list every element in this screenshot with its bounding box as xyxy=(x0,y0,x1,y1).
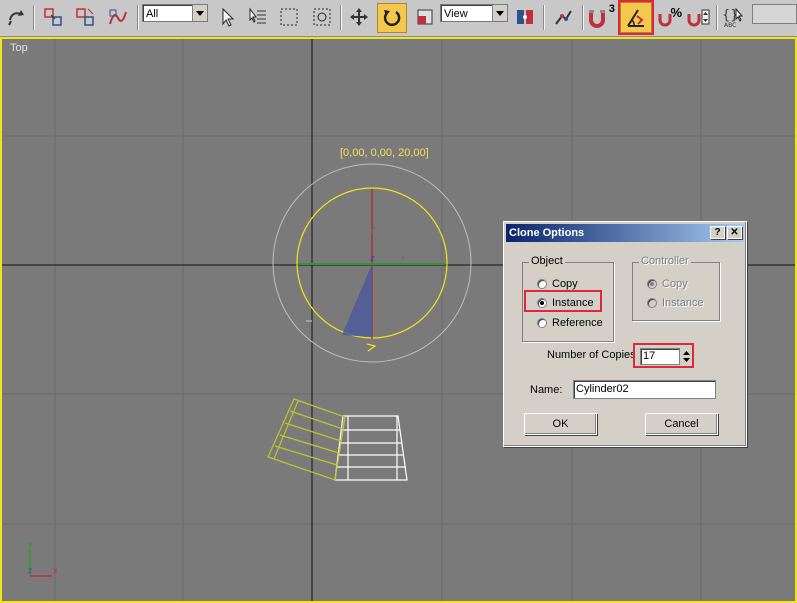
cancel-button[interactable]: Cancel xyxy=(645,413,718,435)
reference-coordinate-dropdown[interactable]: View xyxy=(440,4,508,22)
dialog-title: Clone Options xyxy=(509,227,585,239)
name-label: Name: xyxy=(530,384,563,396)
ok-button[interactable]: OK xyxy=(524,413,597,435)
object-copy-label: Copy xyxy=(552,278,578,290)
edit-named-selections-icon[interactable]: {} ABC xyxy=(722,4,748,30)
reference-coordinate-value: View xyxy=(444,8,468,20)
window-crossing-icon[interactable] xyxy=(309,4,335,30)
select-and-scale-icon[interactable] xyxy=(412,4,438,30)
select-and-manipulate-icon[interactable] xyxy=(550,4,576,30)
object-group-label: Object xyxy=(529,255,565,267)
gizmo-z-label: z xyxy=(370,254,375,264)
controller-group-label: Controller xyxy=(639,255,691,267)
bind-to-space-warp-icon[interactable] xyxy=(104,4,130,30)
radio-dot xyxy=(537,318,547,328)
selection-filter-dropdown[interactable]: All xyxy=(142,4,208,22)
radio-dot xyxy=(647,298,657,308)
object-reference-radio[interactable]: Reference xyxy=(537,317,603,329)
rectangular-selection-icon[interactable] xyxy=(276,4,302,30)
object-reference-label: Reference xyxy=(552,317,603,329)
radio-dot xyxy=(647,279,657,289)
spinner-snap-icon[interactable] xyxy=(686,4,712,30)
gizmo-x-label: x xyxy=(400,254,406,264)
instance-highlight xyxy=(524,290,602,312)
named-selection-field[interactable] xyxy=(752,4,797,24)
view-axis-tripod xyxy=(29,549,52,577)
toolbar-separator xyxy=(582,5,583,30)
select-and-move-icon[interactable] xyxy=(346,4,372,30)
dialog-title-bar[interactable]: Clone Options ? ✕ xyxy=(506,224,744,242)
tripod-x-label: x xyxy=(53,566,58,575)
select-object-icon[interactable] xyxy=(214,4,240,30)
snap-dimension-badge: 3 xyxy=(608,3,615,15)
gizmo-y-label: y xyxy=(370,225,376,235)
toolbar-separator xyxy=(33,5,34,30)
close-button[interactable]: ✕ xyxy=(727,226,742,239)
select-and-link-icon[interactable] xyxy=(40,4,66,30)
tripod-y-label: y xyxy=(28,540,33,549)
select-by-name-icon[interactable] xyxy=(244,4,270,30)
copies-label: Number of Copies xyxy=(547,349,636,361)
controller-instance-radio[interactable]: Instance xyxy=(647,297,704,309)
tripod-z-label: z xyxy=(28,566,32,575)
toolbar-separator xyxy=(716,5,717,30)
controller-group: Controller Copy Instance xyxy=(632,255,720,321)
cylinder02-object[interactable] xyxy=(267,398,346,481)
angle-snap-toggle-icon[interactable] xyxy=(618,0,654,35)
percent-badge: % xyxy=(670,5,682,20)
object-copy-radio[interactable]: Copy xyxy=(537,278,578,290)
toolbar-separator xyxy=(543,5,544,30)
unlink-selection-icon[interactable] xyxy=(72,4,98,30)
rotation-coordinate-readout: [0,00, 0,00, 20,00] xyxy=(340,147,429,159)
main-toolbar: All View 3 % {} ABC xyxy=(0,0,797,37)
selection-filter-value: All xyxy=(146,8,159,20)
clone-name-field[interactable]: Cylinder02 xyxy=(573,380,716,399)
use-pivot-center-icon[interactable] xyxy=(512,4,538,30)
controller-copy-label: Copy xyxy=(662,278,688,290)
help-button[interactable]: ? xyxy=(710,226,725,239)
copies-highlight xyxy=(633,343,694,368)
svg-text:ABC: ABC xyxy=(724,22,736,29)
snaps-toggle-icon[interactable]: 3 xyxy=(586,3,616,30)
toolbar-separator xyxy=(137,5,138,30)
controller-instance-label: Instance xyxy=(662,297,704,309)
clone-options-dialog: Clone Options ? ✕ Object Copy Instance R… xyxy=(503,221,747,447)
chevron-down-icon xyxy=(192,5,207,21)
controller-copy-radio[interactable]: Copy xyxy=(647,278,688,290)
percent-snap-icon[interactable]: % xyxy=(654,4,682,30)
radio-dot xyxy=(537,279,547,289)
cylinder01-object[interactable] xyxy=(334,415,408,481)
toolbar-separator xyxy=(340,5,341,30)
chevron-down-icon xyxy=(492,5,507,21)
undo-icon[interactable] xyxy=(3,4,29,30)
select-and-rotate-icon[interactable] xyxy=(377,3,407,33)
